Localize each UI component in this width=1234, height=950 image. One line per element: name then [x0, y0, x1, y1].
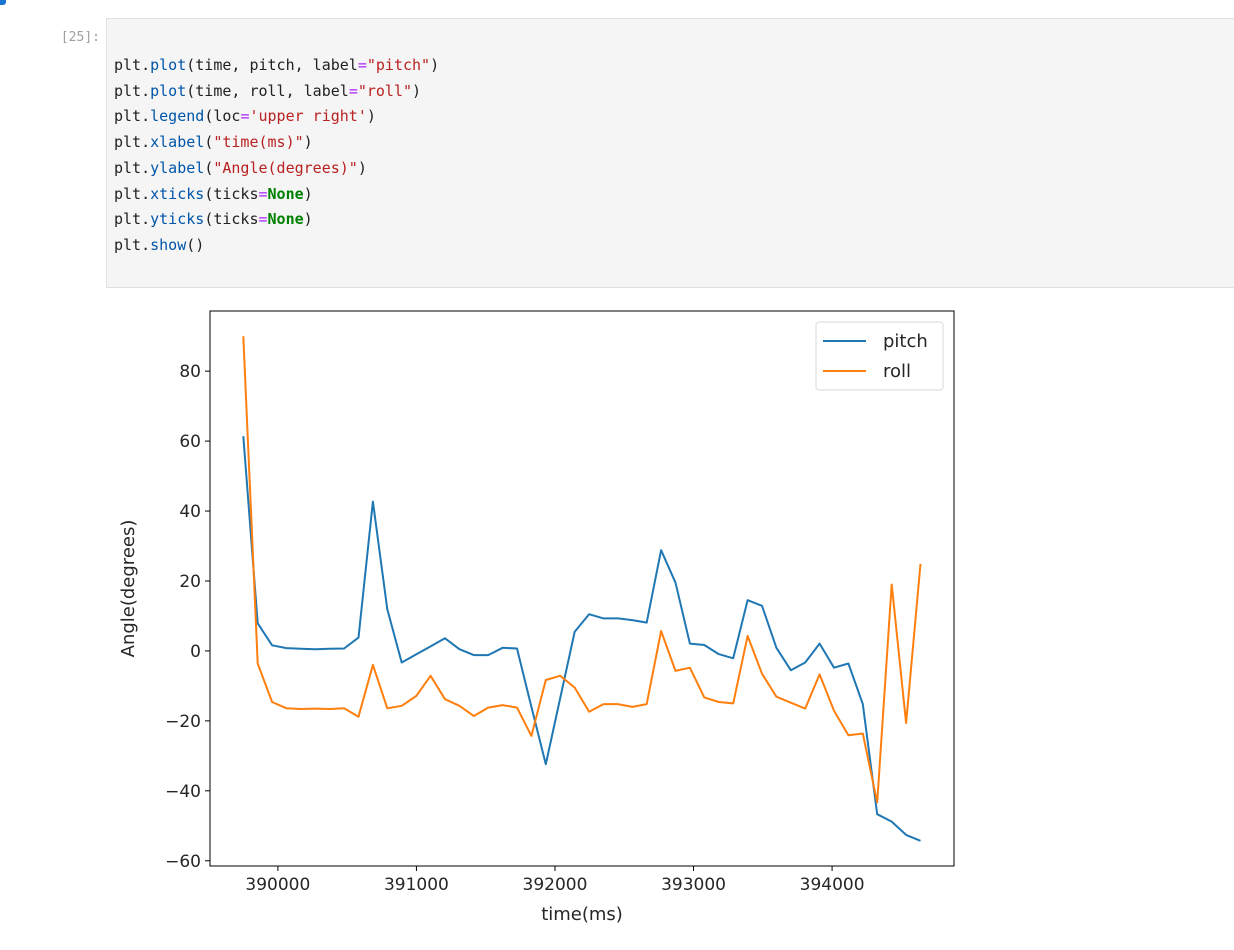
code-token-fn: legend: [150, 107, 205, 126]
code-token-fn: yticks: [150, 210, 205, 229]
code-line: plt.plot(time, roll, label="roll"): [114, 82, 421, 100]
code-token: ): [303, 210, 313, 229]
chart: 390000 391000 392000 393000 394000 −60 −40 −20…: [118, 310, 955, 925]
code-token-str: "roll": [357, 81, 413, 100]
code-token: (time, pitch, label: [186, 56, 358, 74]
code-line: plt.xticks(ticks=None): [114, 185, 313, 203]
y-tick-label: 0: [190, 642, 201, 662]
plot-area: [242, 336, 922, 842]
code-line: plt.yticks(ticks=None): [114, 210, 313, 228]
code-line: plt.ylabel("Angle(degrees)"): [114, 159, 367, 177]
code-token-fn: show: [150, 235, 187, 254]
code-token: ): [303, 133, 313, 152]
y-axis-label: Angle(degrees): [118, 520, 139, 658]
code-token-kw: None: [267, 210, 304, 229]
code-token: ): [366, 107, 376, 126]
code-token-kw: None: [267, 184, 304, 203]
legend-label-pitch: pitch: [883, 331, 928, 352]
code-token: plt.: [114, 56, 151, 74]
code-token: plt.: [114, 210, 151, 229]
code-token-str: 'upper right': [249, 107, 367, 126]
code-token: ): [303, 184, 313, 203]
series-line-pitch: [242, 436, 921, 842]
x-tick-label: 394000: [800, 875, 865, 895]
code-token: ): [412, 81, 422, 100]
code-token-op: =: [348, 81, 358, 100]
execution-count: [25]:: [60, 30, 100, 45]
code-line: plt.xlabel("time(ms)"): [114, 133, 313, 151]
code-token: (): [186, 235, 205, 254]
code-token-str: "pitch": [366, 56, 431, 74]
code-token: plt.: [114, 107, 151, 126]
y-tick-label: 40: [179, 502, 201, 522]
code-token-op: =: [357, 56, 367, 74]
code-token-str: "Angle(degrees)": [213, 158, 358, 177]
code-token: plt.: [114, 235, 151, 254]
x-axis-ticks: 390000 391000 392000 393000 394000: [245, 866, 865, 895]
legend: pitch roll: [815, 321, 944, 391]
code-token: plt.: [114, 133, 151, 152]
x-axis-label: time(ms): [541, 904, 623, 925]
code-token: plt.: [114, 158, 151, 177]
code-token-fn: ylabel: [150, 158, 205, 177]
x-tick-label: 391000: [384, 875, 449, 895]
code-line: plt.legend(loc='upper right'): [114, 107, 376, 125]
code-token: ): [430, 56, 440, 74]
code-editor[interactable]: plt.plot(time, pitch, label="pitch") plt…: [114, 53, 439, 259]
y-tick-label: 60: [179, 432, 201, 452]
y-tick-label: 80: [179, 362, 201, 382]
y-tick-label: −20: [165, 712, 201, 732]
y-axis-ticks: −60 −40 −20 0 20 40 60 80: [165, 362, 210, 872]
code-token: ): [357, 158, 367, 177]
series-line-roll: [242, 336, 922, 804]
y-tick-label: 20: [179, 572, 201, 592]
x-tick-label: 390000: [245, 875, 310, 895]
code-token-fn: plot: [150, 56, 187, 74]
code-token-fn: xticks: [150, 184, 205, 203]
code-line: plt.show(): [114, 236, 204, 254]
y-tick-label: −60: [165, 852, 201, 872]
x-tick-label: 392000: [523, 875, 588, 895]
code-token: (ticks: [204, 210, 259, 229]
code-token: (: [204, 133, 214, 152]
code-token: (time, roll, label: [186, 81, 349, 100]
legend-label-roll: roll: [883, 361, 911, 382]
code-token-fn: plot: [150, 81, 187, 100]
code-token-fn: xlabel: [150, 133, 205, 152]
code-token-op: =: [258, 184, 268, 203]
code-token-str: "time(ms)": [213, 133, 304, 152]
code-token: plt.: [114, 81, 151, 100]
code-token: plt.: [114, 184, 151, 203]
cell-selection-indicator: [0, 0, 6, 5]
y-tick-label: −40: [165, 782, 201, 802]
x-tick-label: 393000: [661, 875, 726, 895]
code-token: (: [204, 158, 214, 177]
axes-frame: [209, 310, 955, 867]
code-token: (loc: [204, 107, 241, 126]
code-line: plt.plot(time, pitch, label="pitch"): [114, 56, 439, 74]
code-token-op: =: [258, 210, 268, 229]
code-token: (ticks: [204, 184, 259, 203]
